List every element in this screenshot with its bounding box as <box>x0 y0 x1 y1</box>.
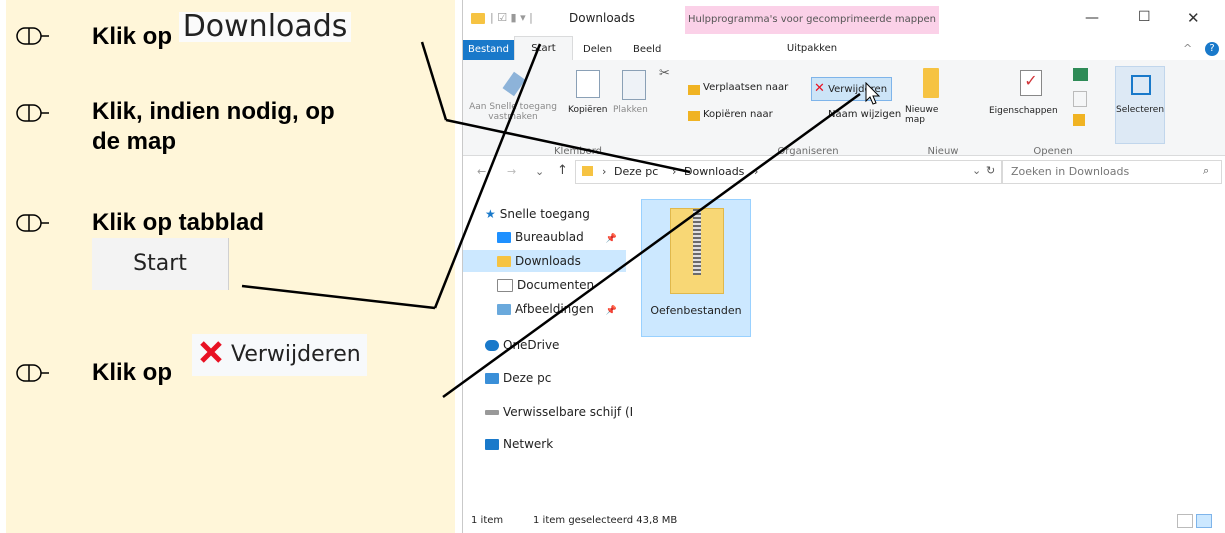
pointer-lines <box>241 41 861 399</box>
